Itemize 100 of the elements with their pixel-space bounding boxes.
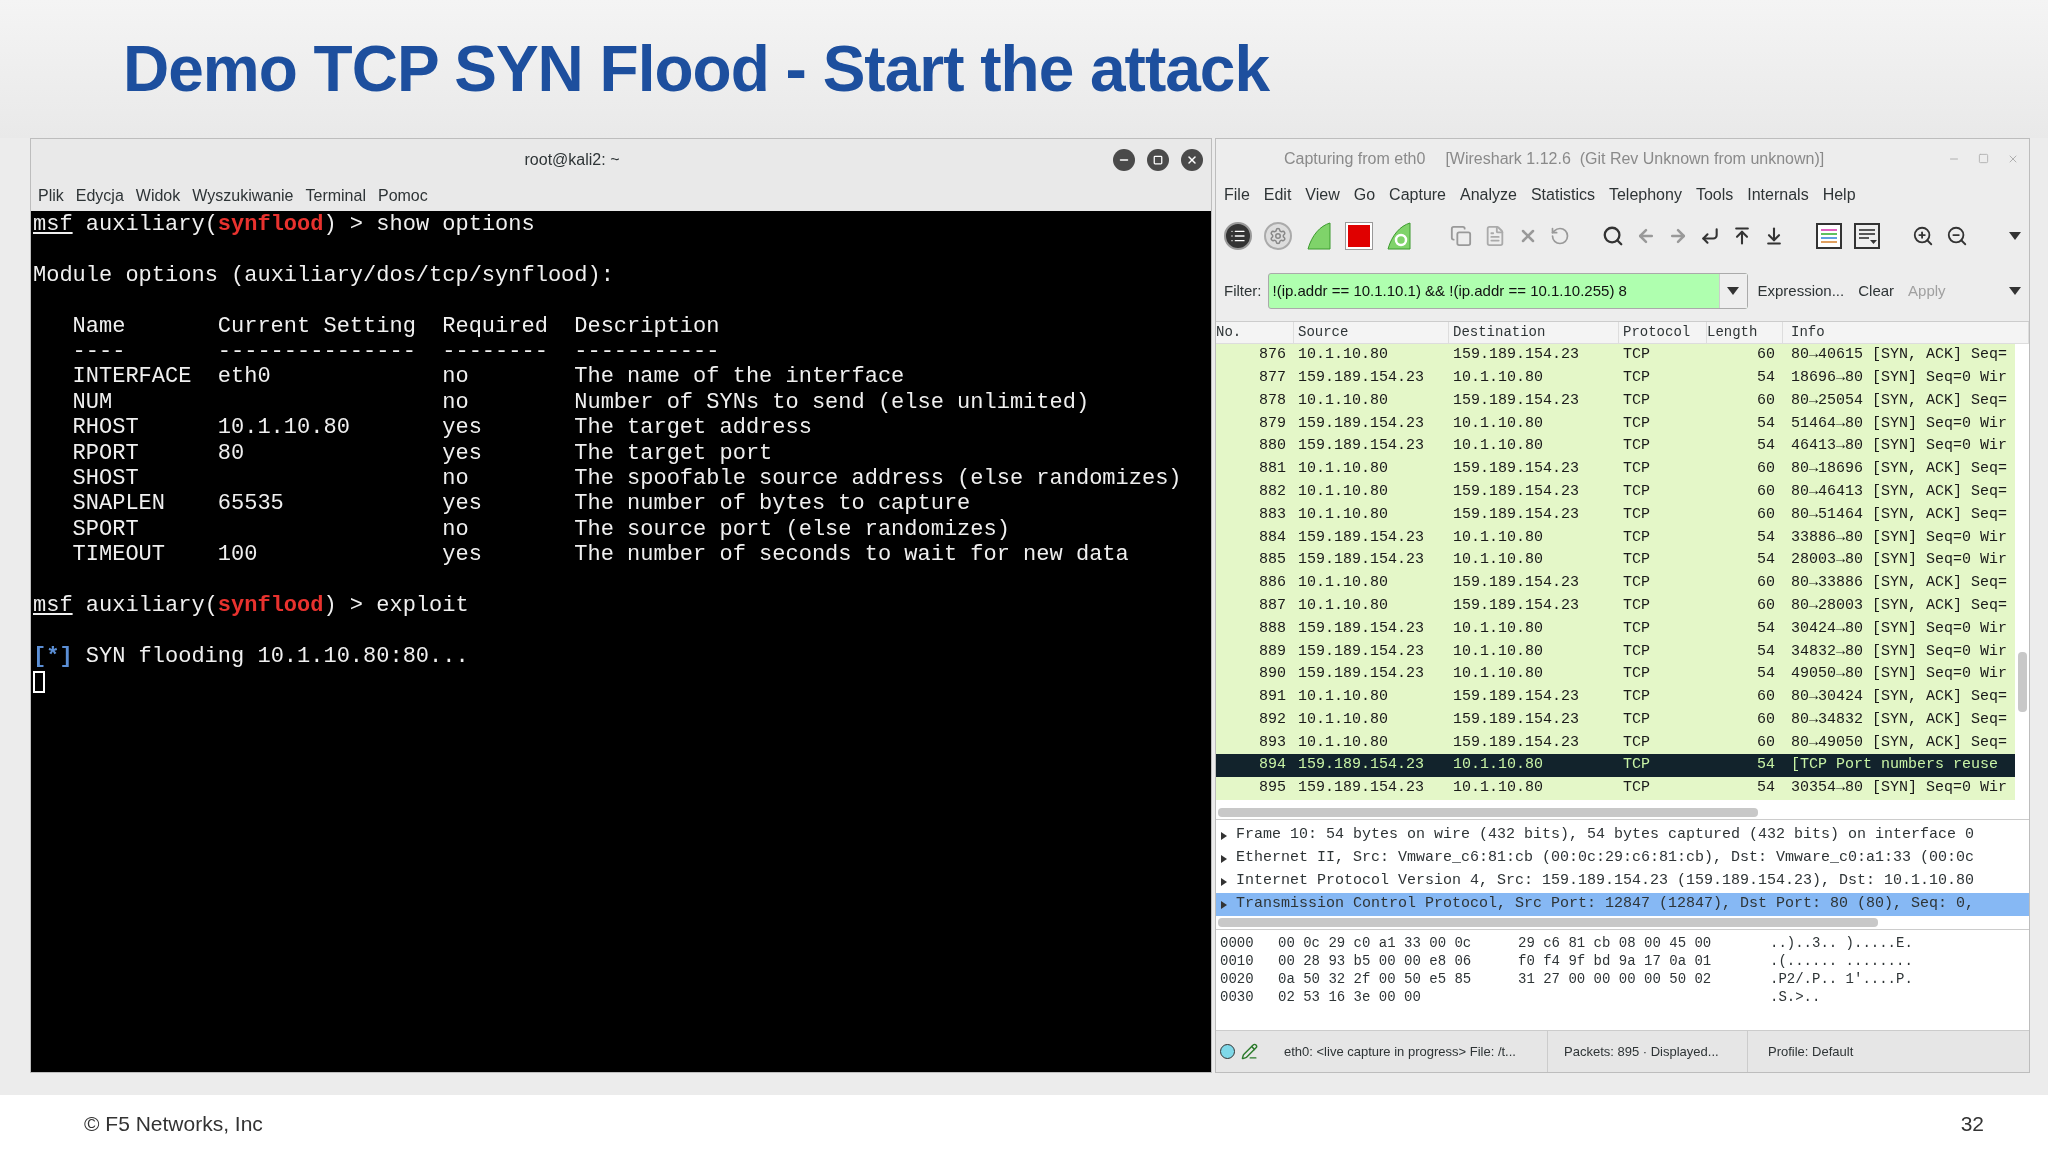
table-cell: 10.1.10.80 [1298,391,1388,409]
table-cell: 159.189.154.23 [1298,551,1425,569]
menu-item[interactable]: Analyze [1460,183,1517,207]
table-cell: The target address [574,415,812,441]
maximize-button[interactable] [1147,149,1169,171]
scrollbar-thumb[interactable] [1218,918,1878,927]
filter-button[interactable]: Expression... [1753,279,1849,303]
packet-row[interactable]: 893 10.1.10.80 159.189.154.23 TCP 60 80→49050 [SYN, ACK] Seq= [1216,731,2015,755]
column-header[interactable]: Source [1298,322,1349,343]
dropdown-icon[interactable] [1727,287,1739,295]
hex-bytes: 0a 50 32 2f 00 50 e5 85 [1278,970,1472,987]
table-cell: TCP [1623,505,1650,523]
filter-field[interactable]: !(ip.addr == 10.1.10.1) && !(ip.addr == 10.1.10.255) 8 [1267,273,1748,309]
colorize-icon[interactable] [1816,223,1842,249]
packet-row[interactable]: 888 159.189.154.23 10.1.10.80 TCP 54 30424→80 [SYN] Seq=0 Wir [1216,617,2015,641]
zoom-out-icon[interactable] [1946,225,1968,247]
header-rule: -------- [442,338,548,364]
column-header: Name [72,313,126,339]
menu-item[interactable]: Tools [1695,183,1734,207]
detail-row[interactable]: Transmission Control Protocol, Src Port: 12847 (12847), Dst Port: 80 (80), Seq: 0, [1216,893,2029,916]
status-text: SYN flooding 10.1.10.80:80... [85,643,469,670]
table-cell: 10.1.10.80 [1298,482,1388,500]
first-packet-icon[interactable] [1732,226,1752,246]
close-button[interactable] [1181,149,1203,171]
packet-row[interactable]: 880 159.189.154.23 10.1.10.80 TCP 54 46413→80 [SYN] Seq=0 Wir [1216,435,2015,458]
table-cell: 159.189.154.23 [1453,574,1580,592]
menu-item[interactable]: File [1224,183,1250,207]
table-cell: TCP [1623,437,1650,455]
menu-item[interactable]: Widok [134,184,182,208]
menu-item[interactable]: Edycja [74,184,125,208]
filter-button[interactable]: Clear [1854,279,1899,303]
packet-row[interactable]: 889 159.189.154.23 10.1.10.80 TCP 54 34832→80 [SYN] Seq=0 Wir [1216,640,2015,664]
column-header[interactable]: Destination [1453,322,1546,343]
close-icon[interactable] [1186,154,1198,166]
expand-arrow-icon[interactable] [1220,877,1228,886]
expand-arrow-icon[interactable] [1220,900,1228,909]
packet-row[interactable]: 894 159.189.154.23 10.1.10.80 TCP 54 [TCP Port numbers reuse [1216,754,2015,778]
table-cell: TCP [1623,460,1650,478]
auto-scroll-icon[interactable] [1854,223,1880,249]
table-cell: 60 [1757,574,1775,592]
menu-item[interactable]: Pomoc [376,184,429,208]
menu-item[interactable]: Plik [37,184,65,208]
table-cell: 895 [1259,779,1286,797]
table-cell: 159.189.154.23 [1298,528,1425,546]
packet-row[interactable]: 892 10.1.10.80 159.189.154.23 TCP 60 80→34832 [SYN, ACK] Seq= [1216,708,2015,732]
menu-item[interactable]: Edit [1263,183,1292,207]
packet-row[interactable]: 878 10.1.10.80 159.189.154.23 TCP 60 80→25054 [SYN, ACK] Seq= [1216,389,2015,413]
packet-row[interactable]: 883 10.1.10.80 159.189.154.23 TCP 60 80→51464 [SYN, ACK] Seq= [1216,503,2015,527]
prompt-text: auxiliary( [84,592,218,619]
table-cell: 876 [1259,346,1286,364]
table-cell: 893 [1259,733,1286,751]
table-cell: no [442,364,469,390]
packet-row[interactable]: 882 10.1.10.80 159.189.154.23 TCP 60 80→46413 [SYN, ACK] Seq= [1216,480,2015,504]
packet-row[interactable]: 884 159.189.154.23 10.1.10.80 TCP 54 33886→80 [SYN] Seq=0 Wir [1216,526,2015,550]
column-header[interactable]: Length [1707,322,1758,343]
search-icon[interactable] [1602,225,1624,247]
column-header[interactable]: No. [1216,322,1242,343]
menu-item[interactable]: Go [1353,183,1376,207]
packet-row[interactable]: 886 10.1.10.80 159.189.154.23 TCP 60 80→33886 [SYN, ACK] Seq= [1216,571,2015,595]
packet-row[interactable]: 887 10.1.10.80 159.189.154.23 TCP 60 80→28003 [SYN, ACK] Seq= [1216,594,2015,618]
column-header[interactable]: Info [1791,322,1825,343]
menu-item[interactable]: Internals [1747,183,1809,207]
toolbar-menu-icon[interactable] [2009,232,2021,240]
jump-icon[interactable] [1700,226,1720,246]
scrollbar-thumb[interactable] [2018,652,2027,712]
slide-title: Demo TCP SYN Flood - Start the attack [123,32,1269,107]
packet-row[interactable]: 885 159.189.154.23 10.1.10.80 TCP 54 28003→80 [SYN] Seq=0 Wir [1216,549,2015,572]
filter-menu-icon[interactable] [2009,287,2021,295]
menu-item[interactable]: Terminal [304,184,367,208]
restart-fin-icon[interactable] [1384,221,1414,251]
menu-item[interactable]: Telephony [1608,183,1682,207]
expand-arrow-icon[interactable] [1220,854,1228,863]
menu-item[interactable]: Capture [1389,183,1446,207]
edit-icon[interactable] [1241,1043,1258,1060]
scrollbar-thumb[interactable] [1218,808,1758,817]
table-cell: 54 [1757,779,1775,797]
packet-row[interactable]: 891 10.1.10.80 159.189.154.23 TCP 60 80→30424 [SYN, ACK] Seq= [1216,685,2015,709]
stop-icon[interactable] [1346,223,1372,249]
packet-row[interactable]: 876 10.1.10.80 159.189.154.23 TCP 60 80→40615 [SYN, ACK] Seq= [1216,344,2015,367]
expand-arrow-icon[interactable] [1220,831,1228,840]
packet-row[interactable]: 877 159.189.154.23 10.1.10.80 TCP 54 18696→80 [SYN] Seq=0 Wir [1216,366,2015,390]
menu-item[interactable]: Statistics [1530,183,1595,207]
last-packet-icon[interactable] [1764,226,1784,246]
settings-icon[interactable] [1264,222,1292,250]
menu-item[interactable]: Wyszukiwanie [191,184,295,208]
zoom-in-icon[interactable] [1912,225,1934,247]
table-cell: 80 [217,440,245,466]
packet-row[interactable]: 881 10.1.10.80 159.189.154.23 TCP 60 80→18696 [SYN, ACK] Seq= [1216,458,2015,481]
packet-row[interactable]: 890 159.189.154.23 10.1.10.80 TCP 54 49050→80 [SYN] Seq=0 Wir [1216,663,2015,686]
interfaces-icon[interactable] [1224,222,1252,250]
capture-status-icon [1220,1044,1235,1059]
packet-row[interactable]: 879 159.189.154.23 10.1.10.80 TCP 54 51464→80 [SYN] Seq=0 Wir [1216,412,2015,436]
menu-item[interactable]: Help [1822,183,1856,207]
table-cell: 60 [1757,460,1775,478]
window-title: root@kali2: ~ [524,150,620,170]
minimize-button[interactable] [1113,149,1135,171]
table-cell: 894 [1259,756,1286,774]
packet-row[interactable]: 895 159.189.154.23 10.1.10.80 TCP 54 30354→80 [SYN] Seq=0 Wir [1216,777,2015,800]
menu-item[interactable]: View [1305,183,1340,207]
column-header[interactable]: Protocol [1623,322,1691,343]
